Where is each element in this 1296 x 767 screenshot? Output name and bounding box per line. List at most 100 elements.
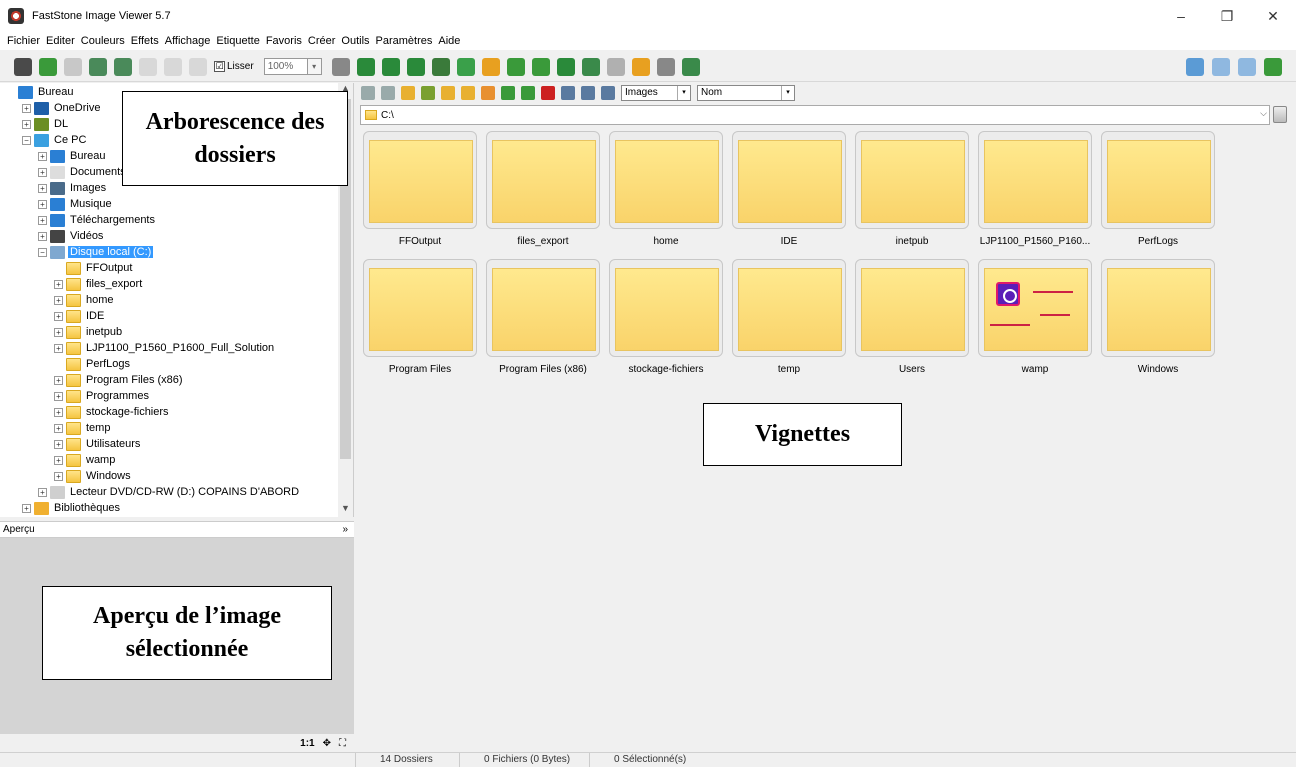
fit-window-icon[interactable]: ✥	[323, 738, 331, 749]
tree-item[interactable]: + OneDrive	[22, 100, 102, 116]
tree-item[interactable]: + inetpub	[54, 324, 124, 340]
menu-item-editer[interactable]: Editer	[43, 35, 78, 47]
expand-icon[interactable]: +	[54, 455, 63, 465]
tree-item[interactable]: + Images	[38, 180, 108, 196]
expand-icon[interactable]: +	[38, 183, 47, 193]
thumbnail-item[interactable]: wamp	[976, 257, 1094, 385]
path-dropdown-icon[interactable]: ⌵	[1260, 108, 1267, 119]
expand-icon[interactable]: +	[38, 487, 47, 497]
details-view-icon[interactable]	[601, 86, 615, 100]
fullscreen-icon[interactable]	[1264, 58, 1282, 76]
tree-item[interactable]: + Lecteur DVD/CD-RW (D:) COPAINS D'ABORD	[38, 484, 301, 500]
rotate-left-icon[interactable]	[506, 57, 525, 76]
menu-item-favoris[interactable]: Favoris	[263, 35, 305, 47]
draw-icon[interactable]	[606, 57, 625, 76]
save-icon[interactable]	[64, 57, 82, 76]
chevron-down-icon[interactable]: ▾	[677, 86, 690, 100]
smooth-checkbox-box[interactable]: ☑	[214, 61, 225, 72]
tree-item[interactable]: FFOutput	[54, 260, 134, 276]
menu-item-effets[interactable]: Effets	[128, 35, 162, 47]
restore-button[interactable]: ❐	[1204, 0, 1250, 32]
expand-icon[interactable]: +	[38, 199, 47, 209]
thumbnail-item[interactable]: PerfLogs	[1099, 129, 1217, 257]
zoom-input[interactable]: 100%	[263, 58, 308, 75]
expand-icon[interactable]: +	[54, 279, 63, 289]
tree-item[interactable]: + wamp	[54, 452, 117, 468]
layout-preview-icon[interactable]	[1238, 58, 1256, 76]
trash-icon[interactable]	[1273, 106, 1287, 123]
settings-icon[interactable]	[681, 57, 700, 76]
tree-item[interactable]: + Programmes	[54, 388, 151, 404]
tree-item[interactable]: + Téléchargements	[38, 212, 157, 228]
favorites-folder-icon[interactable]	[441, 86, 455, 100]
menu-item-affichage[interactable]: Affichage	[162, 35, 214, 47]
zoom-in-icon[interactable]	[139, 57, 157, 76]
expand-icon[interactable]: +	[54, 295, 63, 305]
smooth-checkbox[interactable]: ☑ Lisser	[214, 61, 254, 72]
delete-icon[interactable]	[541, 86, 555, 100]
full-view-icon[interactable]: ⛶	[339, 738, 346, 749]
thumbnail-item[interactable]: files_export	[484, 129, 602, 257]
zoom-dropdown-button[interactable]: ▾	[307, 58, 322, 75]
thumbnail-item[interactable]: Users	[853, 257, 971, 385]
histogram-icon[interactable]	[556, 57, 575, 76]
close-button[interactable]: ✕	[1250, 0, 1296, 32]
tree-item[interactable]: + home	[54, 292, 116, 308]
expand-icon[interactable]: +	[54, 423, 63, 433]
menu-item-aide[interactable]: Aide	[435, 35, 463, 47]
tree-item[interactable]: + Documents	[38, 164, 128, 180]
tree-item[interactable]: + Musique	[38, 196, 114, 212]
tree-item[interactable]: + DL	[22, 116, 70, 132]
menu-item-fichier[interactable]: Fichier	[4, 35, 43, 47]
menu-item-couleurs[interactable]: Couleurs	[78, 35, 128, 47]
path-input[interactable]: C:\ ⌵	[360, 105, 1270, 125]
collapse-icon[interactable]: −	[22, 135, 31, 145]
compare-icon[interactable]	[381, 57, 400, 76]
menu-item-etiquette[interactable]: Etiquette	[213, 35, 262, 47]
collapse-preview-icon[interactable]: »	[342, 522, 348, 537]
effects-icon[interactable]	[481, 57, 500, 76]
sort-select[interactable]: Nom ▾	[697, 85, 795, 101]
expand-icon[interactable]: +	[54, 471, 63, 481]
menu-item-cr-er[interactable]: Créer	[305, 35, 339, 47]
rotate-right-icon[interactable]	[531, 57, 550, 76]
move-to-icon[interactable]	[501, 86, 515, 100]
tree-item[interactable]: + Program Files (x86)	[54, 372, 185, 388]
actual-size-button[interactable]: 1:1	[300, 738, 314, 749]
thumbnail-item[interactable]: LJP1100_P1560_P160...	[976, 129, 1094, 257]
expand-icon[interactable]: +	[54, 407, 63, 417]
thumbnail-item[interactable]: IDE	[730, 129, 848, 257]
up-folder-icon[interactable]	[401, 86, 415, 100]
email-icon[interactable]	[631, 57, 650, 76]
zoom-out-icon[interactable]	[164, 57, 182, 76]
expand-icon[interactable]: +	[38, 151, 47, 161]
expand-icon[interactable]: +	[22, 503, 31, 513]
tree-item[interactable]: − Disque local (C:)	[38, 244, 154, 260]
tree-item[interactable]: + Vidéos	[38, 228, 105, 244]
thumbnail-item[interactable]: temp	[730, 257, 848, 385]
new-folder-icon[interactable]	[461, 86, 475, 100]
actual-size-icon[interactable]	[189, 57, 207, 76]
layout-browser-icon[interactable]	[1186, 58, 1204, 76]
layout-single-icon[interactable]	[1212, 58, 1230, 76]
expand-icon[interactable]: +	[22, 103, 31, 113]
menu-item-outils[interactable]: Outils	[338, 35, 372, 47]
hand-icon[interactable]	[331, 57, 350, 76]
tree-item[interactable]: + Utilisateurs	[54, 436, 142, 452]
back-icon[interactable]	[361, 86, 375, 100]
export-icon[interactable]	[114, 57, 132, 76]
save-as-icon[interactable]	[89, 57, 107, 76]
thumbnail-item[interactable]: Program Files	[361, 257, 479, 385]
expand-icon[interactable]: +	[54, 375, 63, 385]
collapse-icon[interactable]: −	[38, 247, 47, 257]
open-folder-icon[interactable]	[39, 57, 57, 76]
scroll-down-icon[interactable]: ▼	[338, 503, 353, 517]
slideshow-icon[interactable]	[356, 57, 375, 76]
refresh-icon[interactable]	[521, 86, 535, 100]
tree-item[interactable]: + files_export	[54, 276, 144, 292]
expand-icon[interactable]: +	[54, 311, 63, 321]
tree-item[interactable]: + Windows	[54, 468, 133, 484]
resize-icon[interactable]	[581, 57, 600, 76]
expand-icon[interactable]: +	[38, 167, 47, 177]
expand-icon[interactable]: +	[54, 439, 63, 449]
